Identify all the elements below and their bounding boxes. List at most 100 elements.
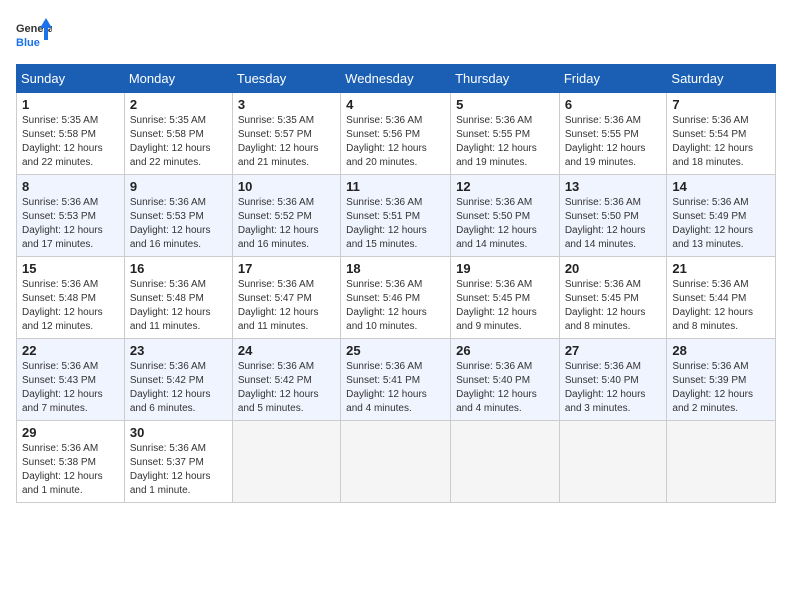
day-number: 7 [672, 97, 770, 112]
weekday-header-tuesday: Tuesday [232, 65, 340, 93]
day-info: Sunrise: 5:36 AMSunset: 5:45 PMDaylight:… [456, 278, 554, 334]
day-number: 28 [672, 343, 770, 358]
day-info: Sunrise: 5:36 AMSunset: 5:55 PMDaylight:… [456, 114, 554, 170]
day-number: 29 [22, 425, 119, 440]
day-info: Sunrise: 5:36 AMSunset: 5:53 PMDaylight:… [22, 196, 119, 252]
day-info: Sunrise: 5:36 AMSunset: 5:47 PMDaylight:… [238, 278, 335, 334]
calendar-day: 4 Sunrise: 5:36 AMSunset: 5:56 PMDaylight… [341, 93, 451, 175]
calendar-day: 23 Sunrise: 5:36 AMSunset: 5:42 PMDayligh… [124, 339, 232, 421]
calendar-day: 29 Sunrise: 5:36 AMSunset: 5:38 PMDayligh… [17, 421, 125, 503]
calendar-day: 9 Sunrise: 5:36 AMSunset: 5:53 PMDaylight… [124, 175, 232, 257]
day-info: Sunrise: 5:36 AMSunset: 5:53 PMDaylight:… [130, 196, 227, 252]
calendar-day [667, 421, 776, 503]
calendar-day: 6Sunrise: 5:36 AMSunset: 5:55 PMDaylight… [559, 93, 667, 175]
day-number: 25 [346, 343, 445, 358]
day-number: 1 [22, 97, 119, 112]
calendar-day: 17 Sunrise: 5:36 AMSunset: 5:47 PMDayligh… [232, 257, 340, 339]
day-number: 27 [565, 343, 662, 358]
day-info: Sunrise: 5:36 AMSunset: 5:52 PMDaylight:… [238, 196, 335, 252]
day-number: 16 [130, 261, 227, 276]
day-info: Sunrise: 5:36 AMSunset: 5:56 PMDaylight:… [346, 114, 445, 170]
day-info: Sunrise: 5:36 AMSunset: 5:38 PMDaylight:… [22, 442, 119, 498]
calendar-day: 8Sunrise: 5:36 AMSunset: 5:53 PMDaylight… [17, 175, 125, 257]
calendar-day: 13Sunrise: 5:36 AMSunset: 5:50 PMDayligh… [559, 175, 667, 257]
calendar-day [559, 421, 667, 503]
calendar-day: 5 Sunrise: 5:36 AMSunset: 5:55 PMDaylight… [451, 93, 560, 175]
calendar-day: 28 Sunrise: 5:36 AMSunset: 5:39 PMDayligh… [667, 339, 776, 421]
day-info: Sunrise: 5:36 AMSunset: 5:45 PMDaylight:… [565, 278, 662, 334]
calendar-week-row: 1 Sunrise: 5:35 AMSunset: 5:58 PMDaylight… [17, 93, 776, 175]
calendar-week-row: 15 Sunrise: 5:36 AMSunset: 5:48 PMDayligh… [17, 257, 776, 339]
calendar-day: 24 Sunrise: 5:36 AMSunset: 5:42 PMDayligh… [232, 339, 340, 421]
calendar-day: 2Sunrise: 5:35 AMSunset: 5:58 PMDaylight… [124, 93, 232, 175]
weekday-header-sunday: Sunday [17, 65, 125, 93]
logo-icon: General Blue [16, 16, 52, 52]
day-info: Sunrise: 5:35 AMSunset: 5:57 PMDaylight:… [238, 114, 335, 170]
calendar-day: 19Sunrise: 5:36 AMSunset: 5:45 PMDayligh… [451, 257, 560, 339]
day-info: Sunrise: 5:36 AMSunset: 5:50 PMDaylight:… [456, 196, 554, 252]
day-number: 6 [565, 97, 662, 112]
calendar-day: 21 Sunrise: 5:36 AMSunset: 5:44 PMDayligh… [667, 257, 776, 339]
day-number: 22 [22, 343, 119, 358]
day-number: 12 [456, 179, 554, 194]
day-number: 2 [130, 97, 227, 112]
weekday-header-friday: Friday [559, 65, 667, 93]
weekday-header-monday: Monday [124, 65, 232, 93]
logo: General Blue [16, 16, 52, 52]
day-number: 18 [346, 261, 445, 276]
day-info: Sunrise: 5:36 AMSunset: 5:39 PMDaylight:… [672, 360, 770, 416]
calendar-day: 22 Sunrise: 5:36 AMSunset: 5:43 PMDayligh… [17, 339, 125, 421]
day-number: 9 [130, 179, 227, 194]
day-info: Sunrise: 5:36 AMSunset: 5:43 PMDaylight:… [22, 360, 119, 416]
calendar-day [232, 421, 340, 503]
calendar-day [451, 421, 560, 503]
day-number: 5 [456, 97, 554, 112]
day-info: Sunrise: 5:36 AMSunset: 5:40 PMDaylight:… [565, 360, 662, 416]
calendar-day: 30 Sunrise: 5:36 AMSunset: 5:37 PMDayligh… [124, 421, 232, 503]
day-info: Sunrise: 5:36 AMSunset: 5:42 PMDaylight:… [130, 360, 227, 416]
day-number: 20 [565, 261, 662, 276]
day-info: Sunrise: 5:35 AMSunset: 5:58 PMDaylight:… [22, 114, 119, 170]
day-number: 15 [22, 261, 119, 276]
calendar-day: 20 Sunrise: 5:36 AMSunset: 5:45 PMDayligh… [559, 257, 667, 339]
day-info: Sunrise: 5:36 AMSunset: 5:46 PMDaylight:… [346, 278, 445, 334]
calendar-day: 3 Sunrise: 5:35 AMSunset: 5:57 PMDaylight… [232, 93, 340, 175]
calendar-day: 15 Sunrise: 5:36 AMSunset: 5:48 PMDayligh… [17, 257, 125, 339]
day-info: Sunrise: 5:36 AMSunset: 5:48 PMDaylight:… [130, 278, 227, 334]
day-info: Sunrise: 5:36 AMSunset: 5:37 PMDaylight:… [130, 442, 227, 498]
day-number: 26 [456, 343, 554, 358]
day-info: Sunrise: 5:36 AMSunset: 5:49 PMDaylight:… [672, 196, 770, 252]
calendar-day: 14Sunrise: 5:36 AMSunset: 5:49 PMDayligh… [667, 175, 776, 257]
day-info: Sunrise: 5:36 AMSunset: 5:40 PMDaylight:… [456, 360, 554, 416]
calendar-day: 25 Sunrise: 5:36 AMSunset: 5:41 PMDayligh… [341, 339, 451, 421]
calendar-table: SundayMondayTuesdayWednesdayThursdayFrid… [16, 64, 776, 503]
calendar-day: 27 Sunrise: 5:36 AMSunset: 5:40 PMDayligh… [559, 339, 667, 421]
day-number: 17 [238, 261, 335, 276]
calendar-day: 16 Sunrise: 5:36 AMSunset: 5:48 PMDayligh… [124, 257, 232, 339]
day-number: 13 [565, 179, 662, 194]
day-info: Sunrise: 5:36 AMSunset: 5:54 PMDaylight:… [672, 114, 770, 170]
calendar-day: 12 Sunrise: 5:36 AMSunset: 5:50 PMDayligh… [451, 175, 560, 257]
day-info: Sunrise: 5:36 AMSunset: 5:41 PMDaylight:… [346, 360, 445, 416]
day-number: 23 [130, 343, 227, 358]
day-number: 4 [346, 97, 445, 112]
day-number: 3 [238, 97, 335, 112]
day-number: 10 [238, 179, 335, 194]
weekday-header-thursday: Thursday [451, 65, 560, 93]
day-info: Sunrise: 5:36 AMSunset: 5:42 PMDaylight:… [238, 360, 335, 416]
day-number: 21 [672, 261, 770, 276]
calendar-day [341, 421, 451, 503]
calendar-day: 10 Sunrise: 5:36 AMSunset: 5:52 PMDayligh… [232, 175, 340, 257]
calendar-week-row: 8Sunrise: 5:36 AMSunset: 5:53 PMDaylight… [17, 175, 776, 257]
weekday-header-wednesday: Wednesday [341, 65, 451, 93]
day-number: 30 [130, 425, 227, 440]
day-info: Sunrise: 5:36 AMSunset: 5:48 PMDaylight:… [22, 278, 119, 334]
day-info: Sunrise: 5:36 AMSunset: 5:44 PMDaylight:… [672, 278, 770, 334]
weekday-header-saturday: Saturday [667, 65, 776, 93]
calendar-day: 1 Sunrise: 5:35 AMSunset: 5:58 PMDaylight… [17, 93, 125, 175]
day-number: 24 [238, 343, 335, 358]
page-header: General Blue [16, 16, 776, 52]
day-number: 11 [346, 179, 445, 194]
calendar-day: 11Sunrise: 5:36 AMSunset: 5:51 PMDayligh… [341, 175, 451, 257]
calendar-day: 18 Sunrise: 5:36 AMSunset: 5:46 PMDayligh… [341, 257, 451, 339]
